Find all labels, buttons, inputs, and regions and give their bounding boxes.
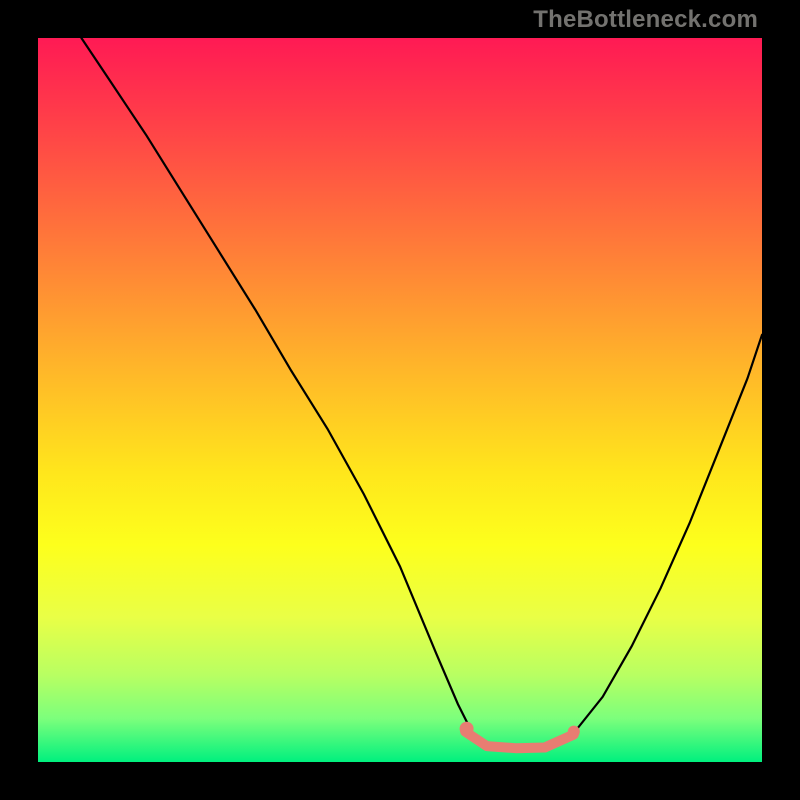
curve-right [574, 335, 762, 733]
curve-left [81, 38, 472, 733]
right-dot [568, 726, 580, 738]
plot-area [38, 38, 762, 762]
valley-band [465, 732, 574, 749]
watermark: TheBottleneck.com [533, 6, 758, 34]
left-dot [460, 722, 474, 736]
chart-container: TheBottleneck.com [0, 0, 800, 800]
curve-layer [38, 38, 762, 762]
